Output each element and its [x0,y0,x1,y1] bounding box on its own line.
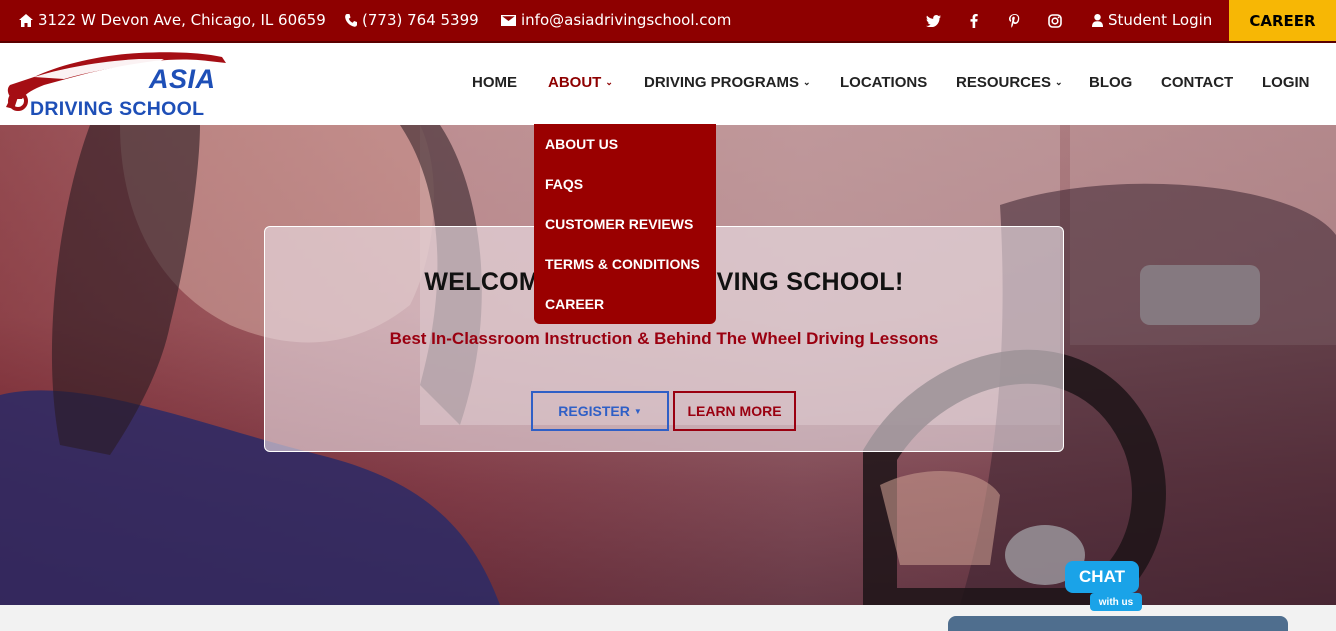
phone-info[interactable]: (773) 764 5399 [345,11,479,29]
phone-icon [345,13,357,27]
top-bar: 3122 W Devon Ave, Chicago, IL 60659 (773… [0,0,1336,41]
hero-subtitle: Best In-Classroom Instruction & Behind T… [389,329,939,348]
nav-resources[interactable]: RESOURCES ⌄ [956,74,1063,91]
nav-contact-label: CONTACT [1161,74,1234,91]
email-text: info@asiadrivingschool.com [521,11,732,29]
chat-widget-button[interactable]: CHAT with us [1062,561,1144,615]
nav-about-label: ABOUT [548,74,602,91]
nav-login[interactable]: LOGIN [1262,74,1310,91]
nav-login-label: LOGIN [1262,74,1310,91]
student-login-label: Student Login [1108,11,1213,29]
main-header: ASIA DRIVING SCHOOL HOME ABOUT ⌄ DRIVING … [0,43,1336,125]
address-info: 3122 W Devon Ave, Chicago, IL 60659 [19,11,326,29]
nav-blog[interactable]: BLOG [1089,74,1132,91]
register-button[interactable]: REGISTER ▼ [531,391,669,431]
career-button[interactable]: CAREER [1229,0,1336,41]
site-logo[interactable]: ASIA DRIVING SCHOOL [4,47,228,121]
nav-contact[interactable]: CONTACT [1161,74,1233,91]
user-icon [1092,13,1103,27]
email-info[interactable]: info@asiadrivingschool.com [501,11,731,29]
menu-item-terms-conditions[interactable]: TERMS & CONDITIONS [545,256,700,272]
logo-asia-text: ASIA [149,64,216,94]
nav-driving-programs[interactable]: DRIVING PROGRAMS ⌄ [644,74,811,91]
nav-home[interactable]: HOME [472,74,517,91]
nav-resources-label: RESOURCES [956,74,1052,91]
phone-text: (773) 764 5399 [362,11,479,29]
logo-driving-school-text: DRIVING SCHOOL [30,98,205,120]
student-login-link[interactable]: Student Login [1092,11,1212,29]
nav-blog-label: BLOG [1089,74,1133,91]
nav-driving-programs-label: DRIVING PROGRAMS [644,74,800,91]
menu-item-career[interactable]: CAREER [545,296,604,312]
envelope-icon [501,14,516,26]
about-dropdown-menu: ABOUT US FAQS CUSTOMER REVIEWS TERMS & C… [534,124,716,324]
home-icon [19,13,33,27]
learn-more-button[interactable]: LEARN MORE [673,391,796,431]
menu-item-about-us[interactable]: ABOUT US [545,136,618,152]
pinterest-icon[interactable] [1005,12,1023,30]
chevron-down-icon: ⌄ [803,77,811,87]
chat-panel-tab[interactable] [948,616,1288,631]
menu-item-faqs[interactable]: FAQS [545,176,583,192]
twitter-icon[interactable] [924,12,942,30]
facebook-icon[interactable] [965,12,983,30]
chevron-down-icon: ⌄ [605,77,613,87]
nav-locations[interactable]: LOCATIONS [840,74,927,91]
menu-item-customer-reviews[interactable]: CUSTOMER REVIEWS [545,216,693,232]
instagram-icon[interactable] [1046,12,1064,30]
nav-home-label: HOME [472,74,517,91]
caret-down-icon: ▼ [633,406,642,416]
nav-about[interactable]: ABOUT ⌄ [548,74,613,91]
chat-sub-label: with us [1090,593,1142,611]
chat-label: CHAT [1065,561,1139,593]
chevron-down-icon: ⌄ [1055,77,1063,87]
address-text: 3122 W Devon Ave, Chicago, IL 60659 [38,11,326,29]
nav-locations-label: LOCATIONS [840,74,928,91]
register-label: REGISTER [558,403,630,419]
